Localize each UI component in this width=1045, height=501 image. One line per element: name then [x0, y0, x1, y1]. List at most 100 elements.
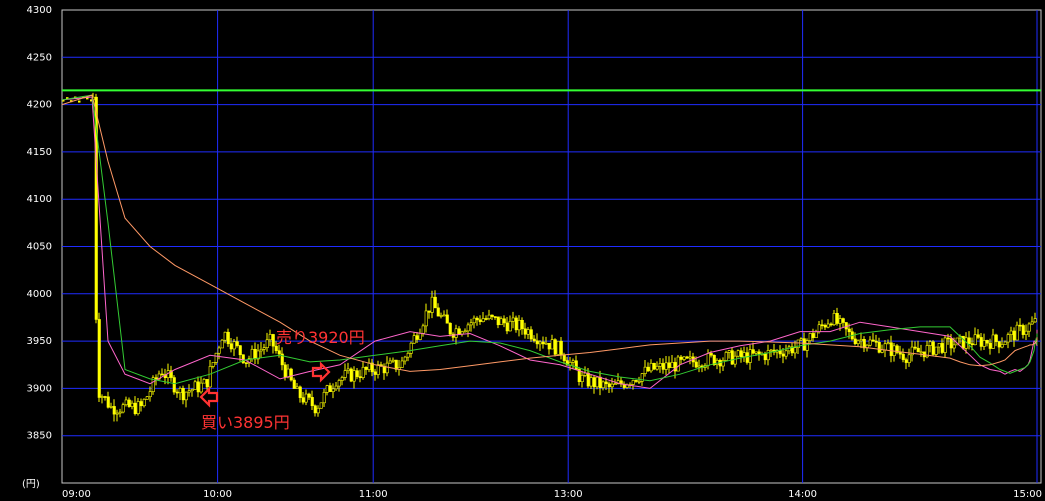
candle-body [214, 352, 218, 363]
candle-body [799, 338, 803, 341]
candle-body [973, 334, 977, 346]
candle-body [1012, 330, 1016, 341]
candle-body [1027, 323, 1031, 332]
y-unit-label: (円) [22, 479, 40, 490]
buy-arrow-icon [199, 386, 219, 408]
candle-body [943, 337, 947, 353]
candle-body [880, 349, 884, 353]
candle-body [226, 331, 230, 345]
candle-body [784, 350, 788, 357]
candle-body [433, 296, 437, 309]
candle-body [1024, 330, 1028, 335]
candle-body [346, 368, 350, 371]
candle-body [847, 328, 851, 333]
candle-body [307, 393, 311, 398]
candle-body [781, 353, 785, 357]
candle-body [841, 318, 845, 323]
candle-body [136, 401, 140, 414]
candle-body [634, 380, 638, 382]
candle-body [325, 385, 329, 393]
candle-body [316, 407, 320, 414]
candle-body [547, 342, 551, 350]
candle-body [985, 340, 989, 344]
candle-body [418, 333, 422, 340]
candle-body [403, 356, 407, 362]
candle-body [355, 370, 359, 377]
x-tick-label: 15:00 [1013, 489, 1042, 500]
candle-body [745, 352, 749, 363]
candle-body [688, 356, 692, 359]
candle-body [502, 318, 506, 324]
candle-body [229, 343, 233, 350]
candle-body [829, 323, 833, 326]
candle-body [931, 341, 935, 355]
sell-annotation-label: 売り3920円 [276, 328, 365, 347]
candle-body [658, 363, 662, 367]
candle-body [1006, 334, 1010, 343]
candle-body [220, 339, 224, 349]
candle-body [727, 350, 731, 353]
candle-body [430, 296, 434, 313]
candle-body [697, 365, 701, 368]
candle-body [364, 366, 368, 370]
candle-body [823, 325, 827, 328]
candle-body [766, 350, 770, 361]
candle-body [826, 323, 830, 328]
candle-body [556, 340, 560, 355]
candle-body [676, 356, 680, 372]
candle-body [109, 406, 113, 408]
candle-body [952, 344, 956, 349]
candle-body [886, 342, 890, 345]
candle-body [100, 396, 104, 398]
candle-body [979, 337, 983, 347]
candle-body [472, 317, 476, 324]
candle-body [358, 376, 362, 378]
candle-body [238, 345, 242, 356]
candle-body [997, 341, 1001, 348]
candle-body [142, 399, 146, 407]
candle-body [184, 391, 188, 401]
y-tick-label: 4300 [27, 5, 52, 16]
y-tick-label: 4000 [27, 289, 52, 300]
candle-body [793, 347, 797, 354]
x-tick-label: 10:00 [203, 489, 232, 500]
candle-body [1015, 324, 1019, 341]
candle-body [301, 397, 305, 403]
candle-body [190, 389, 194, 392]
y-tick-label: 4150 [27, 147, 52, 158]
candle-body [388, 360, 392, 364]
candle-body [802, 338, 806, 351]
candle-body [574, 360, 578, 370]
candle-body [682, 356, 686, 360]
candle-body [919, 351, 923, 354]
candle-body [202, 379, 206, 384]
candle-body [310, 397, 314, 407]
candle-body [505, 322, 509, 332]
candle-body [517, 319, 521, 331]
candle-body [304, 393, 308, 403]
candle-body [820, 324, 824, 327]
candle-body [382, 365, 386, 374]
candle-body [103, 396, 107, 398]
candle-body [562, 354, 566, 361]
candle-body [466, 324, 470, 332]
candle-body [463, 330, 467, 333]
candle-body [268, 334, 272, 341]
x-tick-label: 11:00 [359, 489, 388, 500]
candle-body [376, 364, 380, 375]
y-tick-label: 3950 [27, 336, 52, 347]
candle-body [1000, 344, 1004, 348]
candle-body [559, 340, 563, 355]
candle-body [808, 333, 812, 341]
candle-body [907, 354, 911, 363]
stock-chart: 4300 4250 4200 4150 4100 4050 4000 3950 3900 3850… [22, 5, 1042, 500]
candle-body [649, 362, 653, 372]
candle-body [286, 368, 290, 378]
y-tick-label: 4100 [27, 194, 52, 205]
candle-body [706, 353, 710, 366]
candle-body [637, 380, 641, 383]
candle-body [259, 348, 263, 352]
candle-body [613, 383, 617, 385]
candle-body [553, 339, 557, 355]
candle-body [805, 340, 809, 351]
